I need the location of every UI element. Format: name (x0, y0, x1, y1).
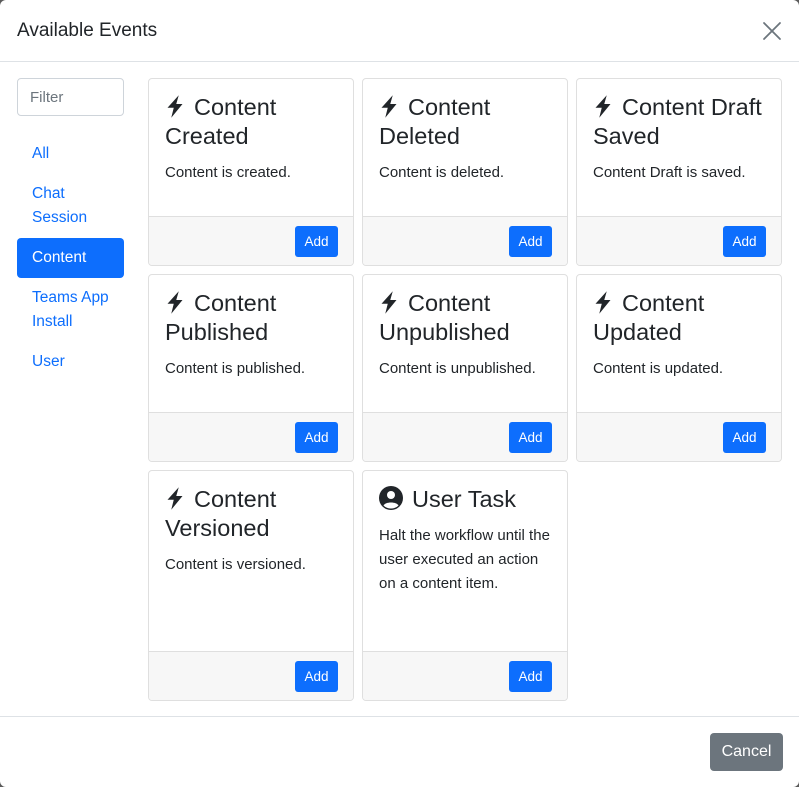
card-title: Content Versioned (165, 485, 337, 543)
card-footer: Add (363, 216, 567, 265)
add-button[interactable]: Add (295, 225, 338, 257)
card-footer: Add (149, 412, 353, 461)
event-card-content-draft-saved: Content Draft Saved Content Draft is sav… (576, 78, 782, 266)
lightning-icon (167, 291, 183, 314)
card-title-text: Content Draft Saved (593, 94, 762, 149)
event-card-content-deleted: Content Deleted Content is deleted. Add (362, 78, 568, 266)
cancel-button[interactable]: Cancel (710, 733, 783, 771)
add-button[interactable]: Add (723, 421, 766, 453)
modal-body: All Chat Session Content Teams App Insta… (0, 62, 799, 716)
add-button[interactable]: Add (509, 421, 552, 453)
card-title: Content Created (165, 93, 337, 151)
card-footer: Add (149, 651, 353, 700)
card-footer: Add (363, 651, 567, 700)
filter-input[interactable] (17, 78, 124, 116)
card-description: Content is published. (165, 360, 306, 377)
event-card-user-task: User Task Halt the workflow until the us… (362, 470, 568, 701)
close-button[interactable] (759, 18, 785, 44)
card-body: User Task Halt the workflow until the us… (363, 471, 567, 651)
modal-footer: Cancel (0, 716, 799, 787)
card-description: Content is deleted. (379, 164, 505, 181)
sidebar-item-all[interactable]: All (17, 134, 124, 174)
card-body: Content Published Content is published. (149, 275, 353, 412)
user-circle-icon (379, 486, 403, 510)
sidebar-item-teams-app-install[interactable]: Teams App Install (17, 278, 124, 342)
lightning-icon (595, 291, 611, 314)
card-footer: Add (363, 412, 567, 461)
close-icon (763, 21, 781, 40)
add-button[interactable]: Add (723, 225, 766, 257)
add-button[interactable]: Add (509, 225, 552, 257)
card-description: Halt the workflow until the user execute… (379, 527, 550, 592)
sidebar-item-user[interactable]: User (17, 342, 124, 382)
card-title: Content Draft Saved (593, 93, 765, 151)
add-button[interactable]: Add (295, 660, 338, 692)
lightning-icon (595, 95, 611, 118)
add-button[interactable]: Add (295, 421, 338, 453)
card-body: Content Draft Saved Content Draft is sav… (577, 79, 781, 216)
card-footer: Add (577, 216, 781, 265)
event-card-content-unpublished: Content Unpublished Content is unpublish… (362, 274, 568, 462)
card-description: Content Draft is saved. (593, 164, 746, 181)
event-card-grid: Content Created Content is created. Add … (148, 78, 782, 701)
available-events-modal: Available Events All Chat Session Conten… (0, 0, 799, 787)
lightning-icon (167, 95, 183, 118)
card-body: Content Updated Content is updated. (577, 275, 781, 412)
event-card-content-published: Content Published Content is published. … (148, 274, 354, 462)
add-button[interactable]: Add (509, 660, 552, 692)
card-title: Content Updated (593, 289, 765, 347)
card-description: Content is versioned. (165, 556, 306, 573)
card-body: Content Created Content is created. (149, 79, 353, 216)
event-card-content-updated: Content Updated Content is updated. Add (576, 274, 782, 462)
category-nav: All Chat Session Content Teams App Insta… (17, 134, 124, 382)
card-description: Content is updated. (593, 360, 724, 377)
card-footer: Add (577, 412, 781, 461)
modal-title: Available Events (17, 19, 158, 41)
card-body: Content Unpublished Content is unpublish… (363, 275, 567, 412)
lightning-icon (381, 95, 397, 118)
card-title: User Task (379, 485, 551, 514)
lightning-icon (167, 487, 183, 510)
event-card-content-created: Content Created Content is created. Add (148, 78, 354, 266)
card-title: Content Deleted (379, 93, 551, 151)
card-title-text: User Task (412, 486, 517, 512)
card-body: Content Deleted Content is deleted. (363, 79, 567, 216)
card-title: Content Published (165, 289, 337, 347)
card-footer: Add (149, 216, 353, 265)
card-description: Content is unpublished. (379, 360, 536, 377)
sidebar-item-chat-session[interactable]: Chat Session (17, 174, 124, 238)
card-body: Content Versioned Content is versioned. (149, 471, 353, 651)
category-sidebar: All Chat Session Content Teams App Insta… (17, 78, 124, 382)
sidebar-item-content[interactable]: Content (17, 238, 124, 278)
event-card-content-versioned: Content Versioned Content is versioned. … (148, 470, 354, 701)
card-description: Content is created. (165, 164, 291, 181)
modal-header: Available Events (0, 0, 799, 62)
lightning-icon (381, 291, 397, 314)
card-title: Content Unpublished (379, 289, 551, 347)
